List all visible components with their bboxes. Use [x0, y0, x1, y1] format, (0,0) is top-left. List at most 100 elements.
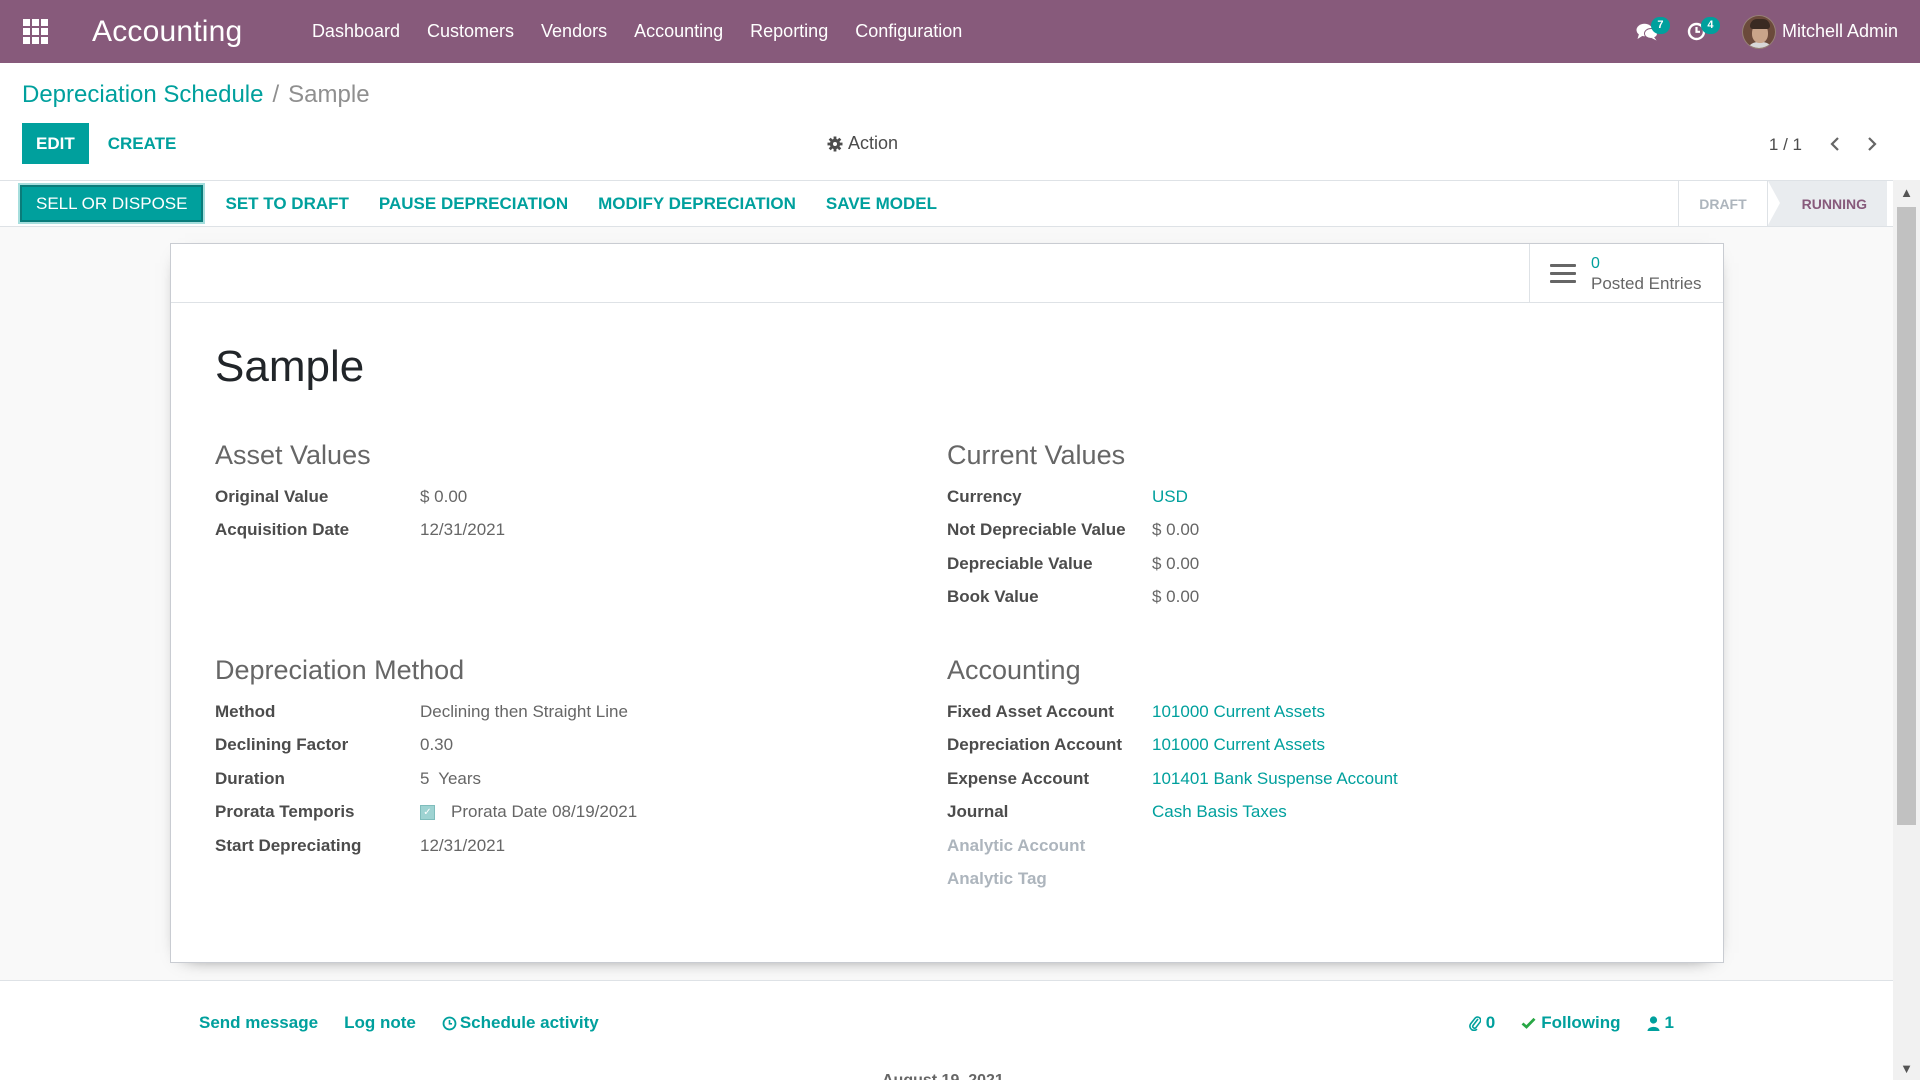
pager-value[interactable]: 1 / 1: [1769, 135, 1802, 155]
modify-depreciation-button[interactable]: MODIFY DEPRECIATION: [583, 185, 811, 222]
check-icon: [1521, 1017, 1536, 1029]
acquisition-date: 12/31/2021: [420, 520, 506, 540]
set-to-draft-button[interactable]: SET TO DRAFT: [210, 185, 363, 222]
start-depreciating-date: 12/31/2021: [420, 835, 506, 855]
chatter: Send message Log note Schedule activity …: [0, 980, 1893, 1080]
scroll-down-arrow-icon[interactable]: ▼: [1893, 1056, 1920, 1080]
followers-count: 1: [1664, 1013, 1674, 1032]
asset-values-group: Asset Values Original Value $ 0.00 Acqui…: [215, 440, 505, 547]
breadcrumb-separator: /: [272, 81, 280, 108]
activities-count-badge: 4: [1700, 17, 1720, 34]
menu-vendors[interactable]: Vendors: [528, 0, 621, 63]
journal-link[interactable]: Cash Basis Taxes: [1152, 802, 1287, 822]
save-model-button[interactable]: SAVE MODEL: [811, 185, 952, 222]
method-value: Declining then Straight Line: [420, 701, 628, 721]
schedule-activity-button[interactable]: Schedule activity: [442, 1013, 599, 1033]
expense-account-link[interactable]: 101401 Bank Suspense Account: [1152, 769, 1398, 789]
user-name: Mitchell Admin: [1781, 21, 1898, 41]
duration-unit: Years: [438, 768, 482, 788]
book-value: $ 0.00: [1152, 587, 1200, 607]
not-depreciable-label: Not Depreciable Value: [947, 520, 1126, 540]
breadcrumb-parent[interactable]: Depreciation Schedule: [22, 81, 264, 109]
sell-or-dispose-button[interactable]: SELL OR DISPOSE: [20, 185, 204, 222]
declining-factor-label: Declining Factor: [215, 735, 349, 755]
expense-account-label: Expense Account: [947, 768, 1090, 788]
fixed-asset-account-label: Fixed Asset Account: [947, 701, 1114, 721]
form-statusbar: SELL OR DISPOSE SET TO DRAFT PAUSE DEPRE…: [0, 180, 1920, 227]
create-button[interactable]: CREATE: [89, 123, 196, 164]
current-values-group: Current Values Currency USD Not Deprecia…: [947, 440, 1199, 614]
prorata-date-text: Prorata Date 08/19/2021: [451, 802, 638, 822]
menu-customers[interactable]: Customers: [414, 0, 528, 63]
depreciation-account-label: Depreciation Account: [947, 735, 1123, 755]
form-sheet: 0 Posted Entries Sample Asset Values Ori…: [170, 243, 1724, 963]
paperclip-icon: [1468, 1016, 1481, 1031]
currency-label: Currency: [947, 486, 1022, 506]
menu-accounting[interactable]: Accounting: [621, 0, 737, 63]
date-separator: August 19, 2021: [882, 1072, 1004, 1080]
chevron-left-icon: [1829, 137, 1839, 151]
start-depreciating-label: Start Depreciating: [215, 835, 362, 855]
posted-entries-label: Posted Entries: [1591, 273, 1702, 293]
app-name[interactable]: Accounting: [92, 15, 242, 49]
action-label: Action: [848, 133, 899, 153]
followers-button[interactable]: 1: [1647, 1013, 1674, 1033]
chevron-right-icon: [1867, 137, 1877, 151]
state-running[interactable]: RUNNING: [1766, 181, 1887, 226]
smart-button-box: 0 Posted Entries: [171, 244, 1723, 303]
journal-label: Journal: [947, 802, 1009, 822]
prorata-checkbox[interactable]: ✓: [420, 804, 435, 820]
action-menu-toggle[interactable]: Action: [827, 133, 898, 154]
apps-menu-icon[interactable]: [0, 0, 70, 63]
main-menu: Dashboard Customers Vendors Accounting R…: [298, 0, 975, 63]
page-scrollbar[interactable]: ▲ ▼: [1893, 180, 1920, 1080]
depreciation-account-link[interactable]: 101000 Current Assets: [1152, 735, 1325, 755]
duration-number: 5: [420, 768, 430, 788]
depreciable-label: Depreciable Value: [947, 553, 1093, 573]
fixed-asset-account-link[interactable]: 101000 Current Assets: [1152, 702, 1325, 722]
menu-reporting[interactable]: Reporting: [737, 0, 842, 63]
schedule-activity-label: Schedule activity: [459, 1013, 599, 1032]
pager-next-button[interactable]: [1853, 129, 1890, 159]
pause-depreciation-button[interactable]: PAUSE DEPRECIATION: [364, 185, 583, 222]
messages-button[interactable]: 7: [1622, 0, 1672, 63]
menu-configuration[interactable]: Configuration: [842, 0, 976, 63]
pager-previous-button[interactable]: [1816, 129, 1853, 159]
book-value-label: Book Value: [947, 587, 1039, 607]
following-button[interactable]: Following: [1521, 1013, 1621, 1033]
current-values-title: Current Values: [947, 440, 1126, 470]
original-value: $ 0.00: [420, 486, 468, 506]
depreciable-value: $ 0.00: [1152, 553, 1200, 573]
avatar: [1741, 14, 1776, 49]
method-label: Method: [215, 701, 276, 721]
messages-count-badge: 7: [1650, 17, 1670, 34]
status-steps: DRAFT RUNNING: [1678, 181, 1887, 226]
top-navbar: Accounting Dashboard Customers Vendors A…: [0, 0, 1920, 63]
acquisition-date-label: Acquisition Date: [215, 520, 350, 540]
state-draft[interactable]: DRAFT: [1678, 181, 1766, 226]
following-label: Following: [1541, 1013, 1621, 1032]
gear-icon: [827, 136, 843, 151]
depreciation-method-title: Depreciation Method: [215, 655, 465, 685]
user-menu[interactable]: Mitchell Admin: [1722, 0, 1920, 63]
posted-entries-button[interactable]: 0 Posted Entries: [1529, 244, 1723, 303]
scroll-thumb[interactable]: [1897, 207, 1916, 825]
currency-link[interactable]: USD: [1152, 487, 1188, 507]
activities-button[interactable]: 4: [1672, 0, 1722, 63]
breadcrumb: Depreciation Schedule / Sample: [22, 81, 370, 109]
analytic-tag-label: Analytic Tag: [947, 869, 1047, 889]
duration-label: Duration: [215, 768, 285, 788]
menu-dashboard[interactable]: Dashboard: [298, 0, 413, 63]
edit-button[interactable]: EDIT: [22, 123, 89, 164]
attachments-count: 0: [1485, 1013, 1496, 1032]
analytic-account-label: Analytic Account: [947, 835, 1086, 855]
attachments-button[interactable]: 0: [1468, 1013, 1496, 1033]
scroll-up-arrow-icon[interactable]: ▲: [1893, 180, 1920, 204]
accounting-title: Accounting: [947, 655, 1081, 685]
breadcrumb-current: Sample: [288, 81, 370, 108]
accounting-group: Accounting Fixed Asset Account 101000 Cu…: [947, 655, 1398, 896]
record-title[interactable]: Sample: [215, 342, 364, 392]
user-icon: [1647, 1015, 1660, 1031]
log-note-button[interactable]: Log note: [344, 1013, 416, 1033]
send-message-button[interactable]: Send message: [199, 1013, 318, 1033]
